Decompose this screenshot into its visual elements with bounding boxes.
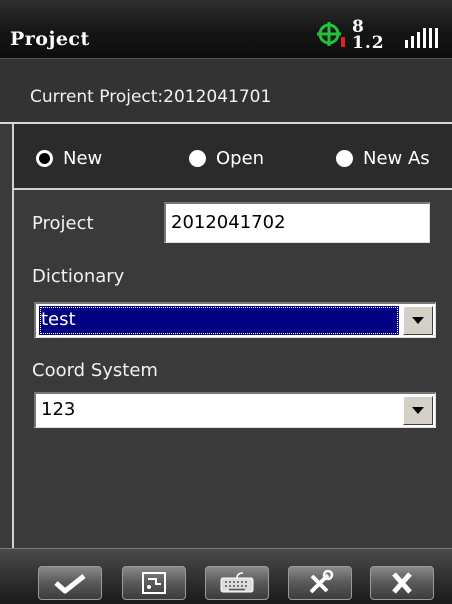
- tools-icon: [309, 570, 334, 594]
- keyboard-button[interactable]: [205, 566, 269, 600]
- chevron-down-icon[interactable]: [403, 306, 433, 335]
- radio-unselected-icon: [336, 150, 353, 167]
- coord-system-select[interactable]: 123: [34, 392, 436, 428]
- project-name-input[interactable]: 2012041702: [164, 202, 430, 243]
- mode-radio-group: New Open New As: [12, 124, 452, 190]
- project-form: Project 2012041702 Dictionary test Coord…: [12, 190, 452, 548]
- title-bar: Project 8 1.2: [0, 0, 452, 59]
- dictionary-selected-value: test: [39, 306, 399, 335]
- radio-open[interactable]: Open: [189, 148, 264, 169]
- keyboard-icon: [220, 572, 254, 593]
- checkmark-icon: [54, 574, 86, 594]
- device-button[interactable]: [122, 566, 186, 600]
- signal-strength-icon: [405, 28, 452, 48]
- dictionary-select[interactable]: test: [34, 302, 436, 338]
- gps-receiver-icon: [142, 572, 166, 594]
- radio-unselected-icon: [189, 150, 206, 167]
- radio-selected-icon: [36, 150, 53, 167]
- tools-button[interactable]: [288, 566, 352, 600]
- window-title: Project: [10, 28, 90, 50]
- current-project-label: Current Project:2012041701: [30, 87, 272, 107]
- radio-open-label: Open: [216, 148, 265, 169]
- close-icon: [392, 572, 412, 594]
- dictionary-label: Dictionary: [32, 266, 125, 287]
- radio-new-as[interactable]: New As: [336, 148, 430, 169]
- close-button[interactable]: [370, 566, 434, 600]
- radio-new-label: New: [63, 148, 103, 169]
- pdop-value: 1.2: [352, 33, 385, 53]
- gps-crosshair-icon: [317, 22, 345, 47]
- coord-system-selected-value: 123: [41, 399, 76, 420]
- radio-new[interactable]: New: [36, 148, 102, 169]
- current-project-bar: Current Project:2012041701: [0, 59, 452, 124]
- radio-new-as-label: New As: [363, 148, 430, 169]
- coord-system-label: Coord System: [32, 360, 158, 381]
- chevron-down-icon[interactable]: [403, 396, 433, 425]
- confirm-button[interactable]: [38, 566, 102, 600]
- bottom-toolbar: [0, 548, 452, 604]
- project-name-label: Project: [32, 213, 94, 234]
